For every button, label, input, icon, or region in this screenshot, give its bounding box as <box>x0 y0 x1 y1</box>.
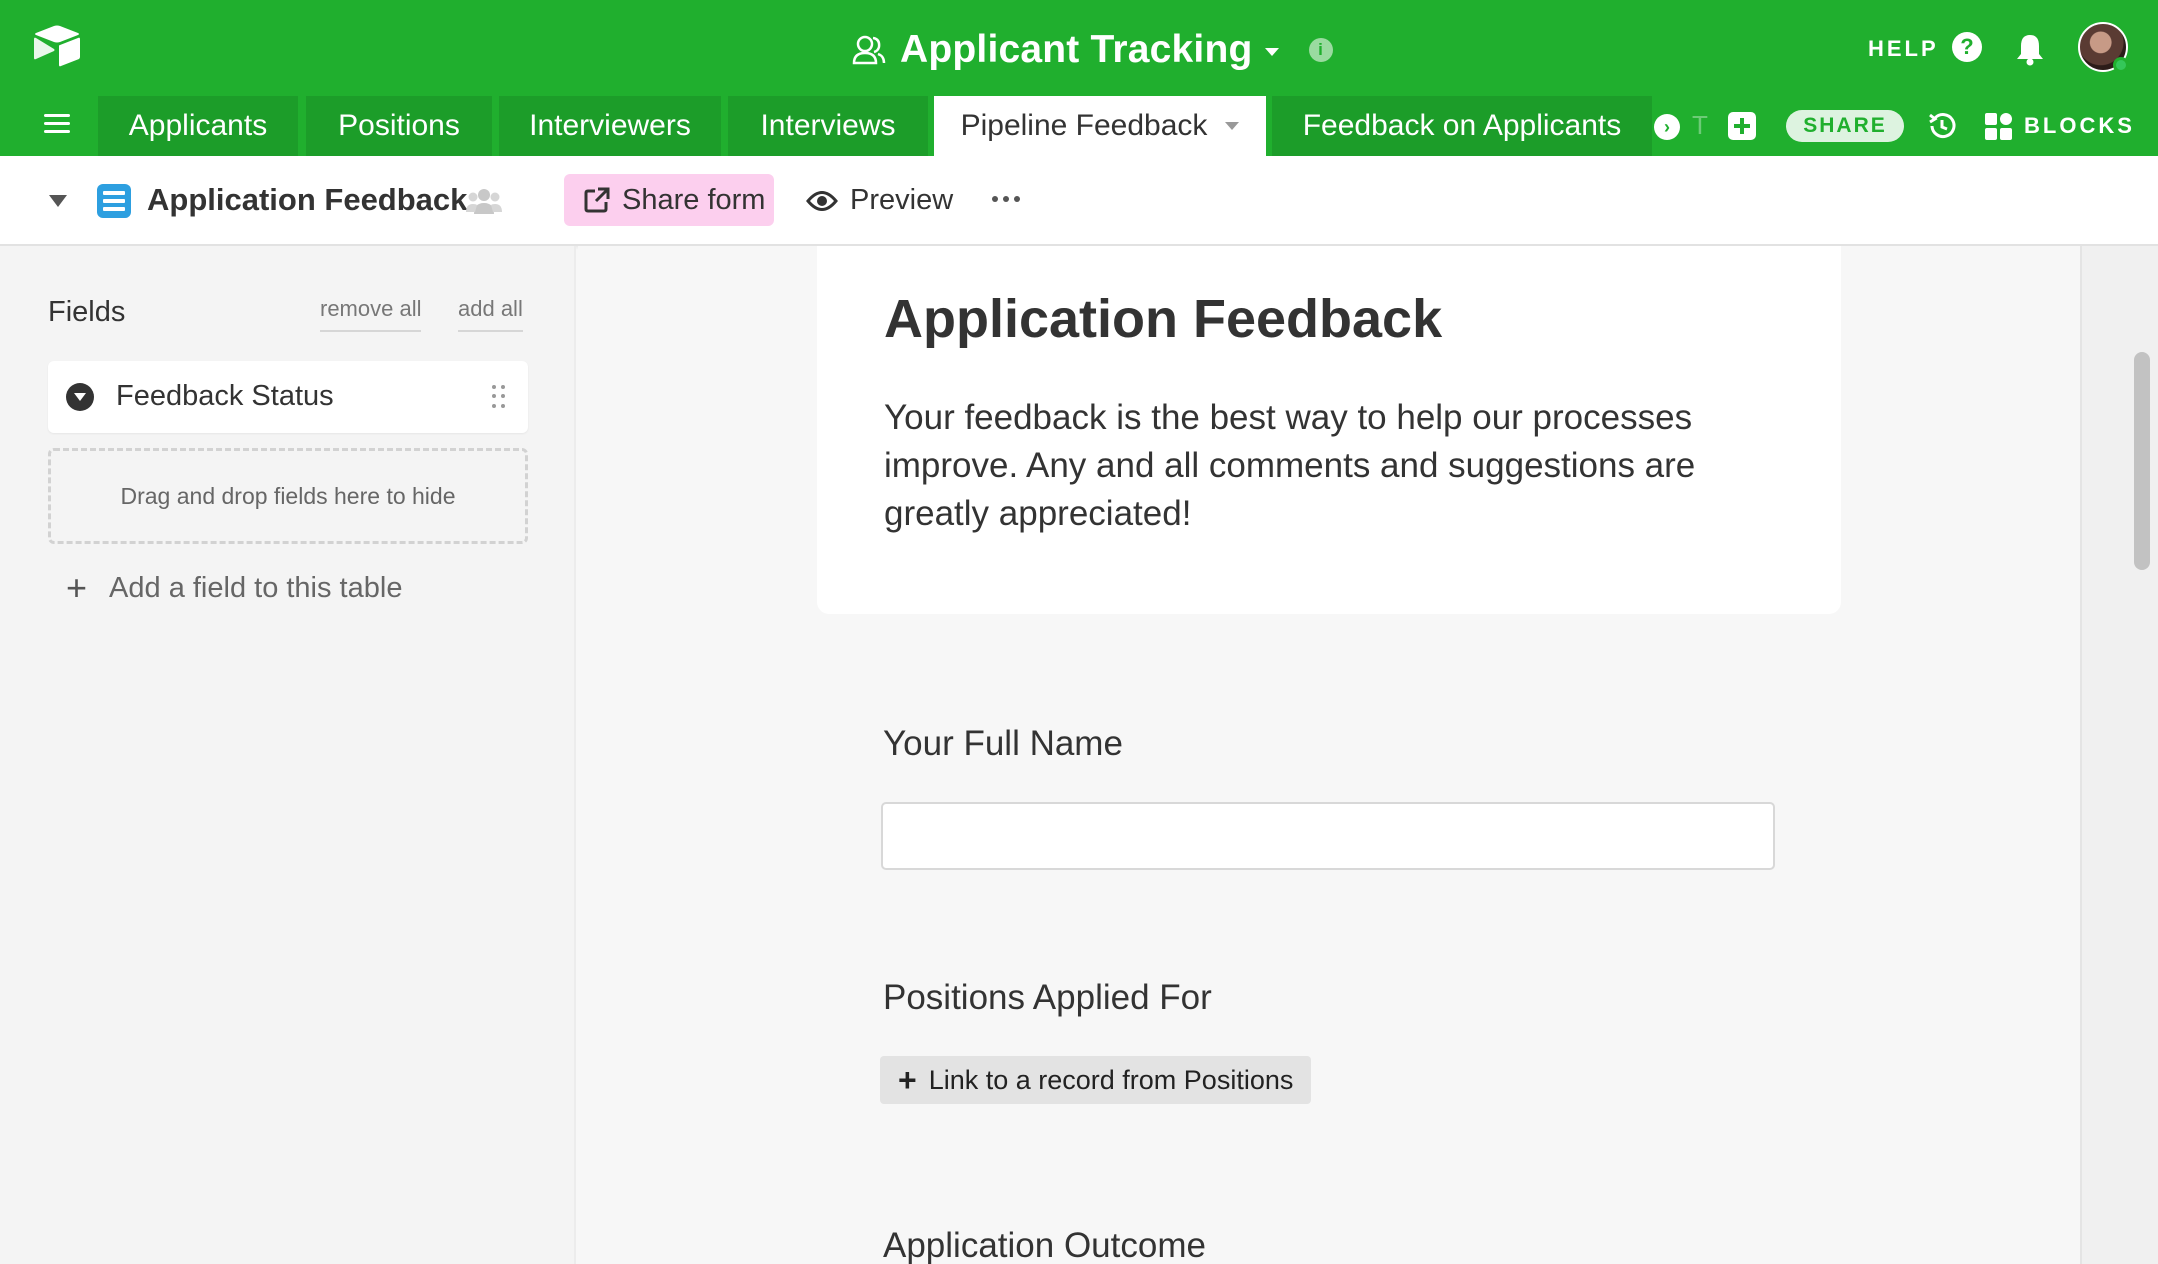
more-options-icon[interactable] <box>992 196 1020 202</box>
question-label[interactable]: Application Outcome <box>883 1226 1206 1264</box>
base-title[interactable]: Applicant Tracking <box>900 28 1253 72</box>
tab-interviewers[interactable]: Interviewers <box>499 96 721 156</box>
plus-icon: + <box>898 1062 917 1098</box>
scroll-tabs-right-icon[interactable]: › <box>1654 114 1680 140</box>
form-view-icon <box>97 184 131 218</box>
share-button[interactable]: SHARE <box>1786 110 1904 142</box>
tab-positions[interactable]: Positions <box>306 96 492 156</box>
plus-icon: + <box>66 567 88 608</box>
workspace-users-icon <box>852 35 886 65</box>
view-bar: Application Feedback Share form Preview <box>0 156 2158 246</box>
form-header-card: Application Feedback Your feedback is th… <box>817 246 1841 614</box>
full-name-input[interactable] <box>881 802 1775 870</box>
link-record-label: Link to a record from Positions <box>928 1064 1294 1095</box>
blocks-icon[interactable] <box>1984 112 2014 142</box>
online-status-dot <box>2113 57 2129 73</box>
tab-label: Pipeline Feedback <box>960 109 1208 142</box>
drag-handle-icon[interactable] <box>492 385 506 409</box>
preview-label: Preview <box>850 184 954 216</box>
share-form-button[interactable]: Share form <box>564 174 774 226</box>
tab-interviews[interactable]: Interviews <box>728 96 928 156</box>
view-switcher-caret-icon[interactable] <box>49 195 67 207</box>
add-field-label: Add a field to this table <box>109 571 403 604</box>
fields-sidebar: Fields remove all add all Feedback Statu… <box>0 246 576 1264</box>
help-label[interactable]: HELP <box>1868 36 1939 62</box>
form-canvas: Application Feedback Your feedback is th… <box>578 246 2080 1264</box>
tab-overflow-fade: T <box>1692 110 1708 140</box>
notifications-bell-icon[interactable] <box>2014 32 2046 66</box>
hidden-field-card[interactable]: Feedback Status <box>48 361 528 433</box>
question-label[interactable]: Positions Applied For <box>883 978 1212 1018</box>
add-all-link[interactable]: add all <box>458 296 523 332</box>
tab-label: Positions <box>338 109 460 142</box>
blocks-label[interactable]: BLOCKS <box>2024 113 2135 139</box>
history-icon[interactable] <box>1926 110 1958 142</box>
tab-applicants[interactable]: Applicants <box>98 96 298 156</box>
info-icon[interactable]: i <box>1308 38 1333 62</box>
tab-feedback-on-applicants[interactable]: Feedback on Applicants <box>1272 96 1652 156</box>
airtable-logo-icon[interactable] <box>32 24 82 68</box>
tab-pipeline-feedback[interactable]: Pipeline Feedback <box>934 96 1266 156</box>
tab-label: Feedback on Applicants <box>1302 109 1622 142</box>
add-field-button[interactable]: + Add a field to this table <box>66 570 402 606</box>
single-select-icon <box>66 383 94 411</box>
form-description[interactable]: Your feedback is the best way to help ou… <box>884 394 1784 538</box>
form-title[interactable]: Application Feedback <box>884 288 1442 350</box>
tab-label: Interviews <box>760 109 896 142</box>
hide-fields-dropzone[interactable]: Drag and drop fields here to hide <box>48 448 528 544</box>
preview-button[interactable]: Preview <box>806 184 953 217</box>
help-icon[interactable]: ? <box>1952 32 1982 62</box>
share-form-label: Share form <box>622 183 766 216</box>
link-record-button[interactable]: + Link to a record from Positions <box>880 1056 1312 1104</box>
base-title-area[interactable]: Applicant Tracking i <box>852 22 1333 78</box>
base-menu-caret-icon[interactable] <box>1264 48 1279 56</box>
question-label[interactable]: Your Full Name <box>883 724 1123 764</box>
external-link-icon <box>584 187 610 213</box>
tab-label: Applicants <box>128 109 268 142</box>
top-bar: Applicant Tracking i HELP ? Applicants P… <box>0 0 2158 156</box>
hamburger-menu-icon[interactable] <box>44 114 70 134</box>
tab-label: Interviewers <box>529 109 691 142</box>
add-table-icon[interactable] <box>1728 112 1756 140</box>
tab-menu-caret-icon[interactable] <box>1225 122 1240 130</box>
scrollbar-thumb[interactable] <box>2134 352 2150 570</box>
collaborative-view-icon <box>466 189 502 214</box>
eye-icon <box>806 190 838 211</box>
remove-all-link[interactable]: remove all <box>320 296 422 332</box>
fields-title: Fields <box>48 296 126 328</box>
view-name[interactable]: Application Feedback <box>147 182 467 218</box>
dropzone-text: Drag and drop fields here to hide <box>120 482 456 509</box>
hidden-field-label: Feedback Status <box>116 380 334 412</box>
